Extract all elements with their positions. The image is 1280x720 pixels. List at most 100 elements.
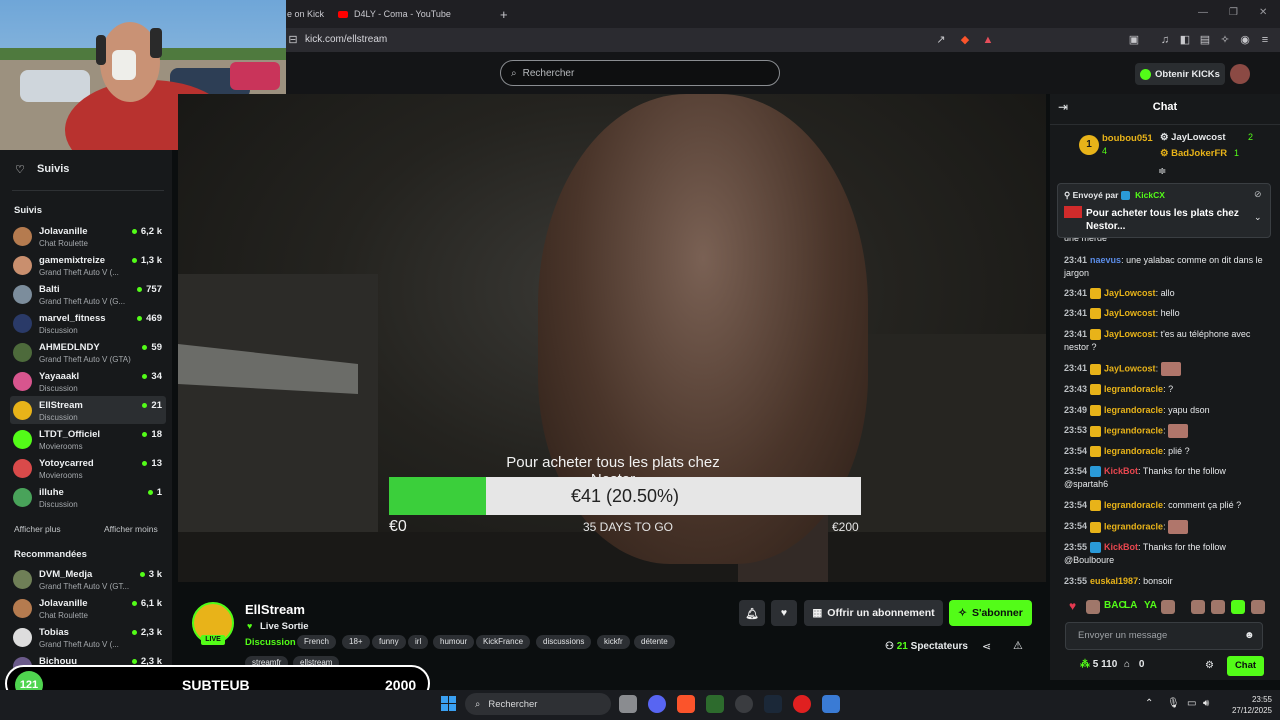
follow-button[interactable]: ♥ xyxy=(771,600,797,626)
emote-icon[interactable] xyxy=(1191,600,1205,614)
message-user[interactable]: naevus xyxy=(1090,255,1121,265)
close-icon[interactable]: ✕ xyxy=(1259,7,1267,18)
tag-chip[interactable]: 18+ xyxy=(342,635,370,649)
leaderboard-user[interactable]: ⚙ JayLowcost xyxy=(1160,132,1226,143)
microphone-icon[interactable]: 🎙︎ xyxy=(1167,698,1180,709)
wallet-icon[interactable]: ▤ xyxy=(1198,33,1212,47)
leaderboard-user[interactable]: ⚙ BadJokerFR xyxy=(1160,148,1227,159)
message-user[interactable]: euskal1987 xyxy=(1090,576,1138,586)
message-user[interactable]: JayLowcost xyxy=(1104,329,1156,339)
tag-chip[interactable]: humour xyxy=(433,635,475,649)
message-user[interactable]: legrandoracle xyxy=(1104,425,1163,435)
sidebar-channel-row[interactable]: Balti Grand Theft Auto V (G... 757 xyxy=(10,280,166,308)
user-avatar[interactable] xyxy=(1230,64,1250,84)
menu-icon[interactable]: ≡ xyxy=(1258,33,1272,47)
new-tab-button[interactable]: + xyxy=(500,4,508,24)
tag-chip[interactable]: funny xyxy=(372,635,406,649)
emote-text[interactable]: YA xyxy=(1144,600,1157,611)
minimize-icon[interactable]: — xyxy=(1198,7,1208,18)
vpn-icon[interactable]: ◉ xyxy=(1238,33,1252,47)
sidebar-channel-row[interactable]: Jolavanille Chat Roulette 6,1 k xyxy=(10,594,166,622)
network-icon[interactable]: ▭ xyxy=(1187,698,1196,709)
message-user[interactable]: JayLowcost xyxy=(1104,308,1156,318)
message-user[interactable]: legrandoracle xyxy=(1104,446,1163,456)
sidebar-channel-row[interactable]: gamemixtreize Grand Theft Auto V (... 1,3 … xyxy=(10,251,166,279)
brave-shield-icon[interactable]: ◆ xyxy=(958,33,972,47)
url-field[interactable]: kick.com/ellstream xyxy=(305,34,387,45)
message-user[interactable]: legrandoracle xyxy=(1104,405,1163,415)
share-icon[interactable]: ↗ xyxy=(934,33,948,47)
tag-chip[interactable]: discussions xyxy=(536,635,592,649)
show-more-link[interactable]: Afficher plus xyxy=(14,524,61,534)
message-user[interactable]: JayLowcost xyxy=(1104,363,1156,373)
sidebar-channel-row[interactable]: Yotoycarred Movierooms 13 xyxy=(10,454,166,482)
emote-icon[interactable] xyxy=(1086,600,1100,614)
share-icon[interactable]: ⋖ xyxy=(982,640,991,653)
sidebar-channel-row[interactable]: AHMEDLNDY Grand Theft Auto V (GTA) 59 xyxy=(10,338,166,366)
pinned-message[interactable]: ⚲ Envoyé par KickCX ⊘ Pour acheter tous … xyxy=(1057,183,1271,238)
tag-chip[interactable]: détente xyxy=(634,635,675,649)
browser-tab-youtube[interactable]: D4LY - Coma - YouTube xyxy=(338,4,451,24)
volume-icon[interactable]: 🔊︎ xyxy=(1203,698,1209,709)
sidebar-channel-row[interactable]: DVM_Medja Grand Theft Auto V (GT... 3 k xyxy=(10,565,166,593)
sidebar-channel-row[interactable]: EllStream Discussion 21 xyxy=(10,396,166,424)
leaderboard-user[interactable]: boubou051 xyxy=(1102,133,1153,144)
emote-icon[interactable] xyxy=(1211,600,1225,614)
obs-icon[interactable] xyxy=(735,695,753,713)
emoji-icon[interactable]: ☻ xyxy=(1244,623,1255,649)
emote-text[interactable]: BAC xyxy=(1104,600,1126,611)
store-button[interactable]: ⌂ 0 xyxy=(1124,659,1144,670)
task-view-icon[interactable] xyxy=(619,695,637,713)
tray-chevron-icon[interactable]: ⌃ xyxy=(1145,698,1153,709)
sidebar-channel-row[interactable]: Yayaaakl Discussion 34 xyxy=(10,367,166,395)
brave-browser-icon[interactable] xyxy=(677,695,695,713)
search-input[interactable]: ⌕ Rechercher xyxy=(500,60,780,86)
tag-chip[interactable]: KickFrance xyxy=(476,635,531,649)
report-icon[interactable]: ⚠ xyxy=(1013,639,1023,652)
maximize-icon[interactable]: ❐ xyxy=(1229,7,1238,18)
chat-input[interactable]: Envoyer un message ☻ xyxy=(1065,622,1263,650)
discord-icon[interactable] xyxy=(648,695,666,713)
settings-icon[interactable]: ⚙ xyxy=(1205,660,1214,671)
message-user[interactable]: legrandoracle xyxy=(1104,521,1163,531)
filter-icon[interactable]: ≑ xyxy=(1158,166,1166,177)
heart-emote-icon[interactable]: ♥ xyxy=(1069,599,1076,613)
app-icon-green[interactable] xyxy=(706,695,724,713)
chat-send-button[interactable]: Chat xyxy=(1227,656,1264,676)
music-icon[interactable]: ♫ xyxy=(1158,33,1172,47)
brave-rewards-icon[interactable]: ▲ xyxy=(981,33,995,47)
sidebar-toggle-icon[interactable]: ◧ xyxy=(1178,33,1192,47)
app-icon-blue[interactable] xyxy=(822,695,840,713)
sidebar-channel-row[interactable]: Jolavanille Chat Roulette 6,2 k xyxy=(10,222,166,250)
channel-name[interactable]: EllStream xyxy=(245,602,305,617)
taskbar-clock[interactable]: 23:55 27/12/2025 xyxy=(1222,694,1272,716)
windows-start-icon[interactable] xyxy=(441,696,456,711)
sidebar-channel-row[interactable]: illuhe Discussion 1 xyxy=(10,483,166,511)
message-user[interactable]: JayLowcost xyxy=(1104,288,1156,298)
tag-chip[interactable]: French xyxy=(297,635,336,649)
stream-category[interactable]: Discussion xyxy=(245,637,296,648)
gift-sub-button[interactable]: ▦ Offrir un abonnement xyxy=(804,600,943,626)
leo-ai-icon[interactable]: ✧ xyxy=(1218,33,1232,47)
taskbar-search[interactable]: ⌕ Rechercher xyxy=(465,693,611,715)
sidebar-channel-row[interactable]: Tobias Grand Theft Auto V (... 2,3 k xyxy=(10,623,166,651)
subscribe-button[interactable]: ✧ S'abonner xyxy=(949,600,1032,626)
message-user[interactable]: legrandoracle xyxy=(1104,500,1163,510)
tag-chip[interactable]: kickfr xyxy=(597,635,630,649)
kicks-balance[interactable]: ⁂ 5 110 xyxy=(1080,659,1117,670)
message-user[interactable]: KickBot xyxy=(1104,466,1138,476)
video-player[interactable]: Pour acheter tous les plats chez Nestor … xyxy=(178,94,1046,582)
message-user[interactable]: KickBot xyxy=(1104,542,1138,552)
media-player-icon[interactable] xyxy=(793,695,811,713)
browser-tab-kick[interactable]: e on Kick xyxy=(287,4,324,24)
emote-text[interactable]: LA xyxy=(1124,600,1137,611)
tag-chip[interactable]: irl xyxy=(408,635,429,649)
unpin-icon[interactable]: ⊘ xyxy=(1254,189,1262,200)
emote-icon[interactable] xyxy=(1251,600,1265,614)
emote-icon[interactable] xyxy=(1161,600,1175,614)
show-less-link[interactable]: Afficher moins xyxy=(104,524,158,534)
chevron-down-icon[interactable]: ⌄ xyxy=(1254,212,1262,223)
notification-button[interactable]: 🔔︎ xyxy=(739,600,765,626)
message-user[interactable]: legrandoracle xyxy=(1104,384,1163,394)
get-kicks-button[interactable]: Obtenir KICKs xyxy=(1135,63,1225,85)
